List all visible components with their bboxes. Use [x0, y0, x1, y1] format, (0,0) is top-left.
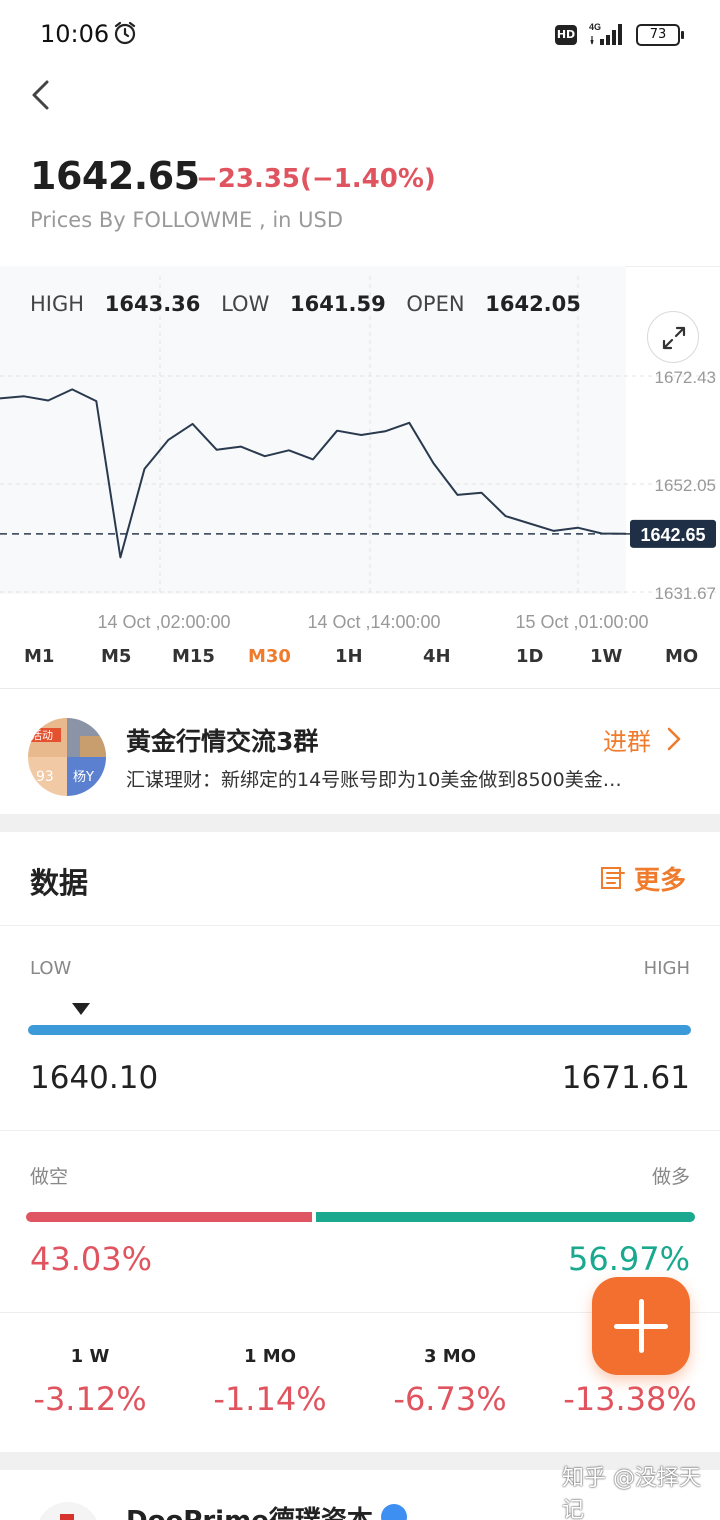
tab-period-1d[interactable]: 1D — [516, 646, 543, 667]
chart-y-tick-label: 1672.43 — [655, 368, 716, 387]
data-section-title: 数据 — [30, 866, 89, 900]
avatar-user: 杨Y — [73, 770, 94, 785]
more-button[interactable]: 更多 — [634, 860, 686, 897]
chart-y-tick-label: 1631.67 — [655, 584, 716, 603]
chart-x-tick-label: 14 Oct ,14:00:00 — [307, 612, 440, 632]
chart-x-tick-label: 15 Oct ,01:00:00 — [515, 612, 648, 632]
avatar-tag: 活动 — [31, 729, 53, 742]
price-source: Prices By FOLLOWME , in USD — [30, 208, 344, 232]
perf-label-1mo: 1 MO — [243, 1346, 296, 1367]
perf-label-1w: 1 W — [70, 1346, 110, 1367]
chart-x-tick-label: 14 Oct ,02:00:00 — [97, 612, 230, 632]
range-high-value: 1671.61 — [561, 1060, 690, 1096]
status-bar: 10:06 HD 4G 73 — [0, 0, 720, 68]
tab-period-1h[interactable]: 1H — [335, 646, 363, 667]
day-range-bar — [28, 1025, 691, 1035]
low-value: 1641.59 — [290, 292, 386, 316]
hd-icon: HD — [555, 25, 577, 45]
high-value: 1643.36 — [104, 292, 201, 316]
verified-icon — [381, 1504, 407, 1520]
battery-icon: 73 — [636, 24, 684, 46]
broker-name[interactable]: DooPrime德璞资本 — [126, 1500, 373, 1520]
add-button[interactable] — [592, 1277, 690, 1375]
long-percent: 56.97% — [567, 1240, 690, 1278]
price-chart[interactable]: 1672.43 1652.05 1631.67 14 Oct ,02:00:00 14 … — [0, 266, 720, 636]
price-change: −23.35(−1.40%) — [196, 164, 436, 194]
open-value: 1642.05 — [485, 292, 581, 316]
open-label: OPEN — [406, 292, 465, 316]
tab-period-mo[interactable]: MO — [665, 646, 698, 667]
avatar-num: 93 — [36, 769, 54, 785]
short-percent: 43.03% — [30, 1240, 153, 1278]
list-icon[interactable] — [598, 864, 626, 892]
long-ratio-bar — [316, 1212, 695, 1222]
perf-value-3mo: -6.73% — [393, 1380, 507, 1418]
perf-label-3mo: 3 MO — [423, 1346, 476, 1367]
short-label: 做空 — [30, 1166, 69, 1188]
battery-level: 73 — [636, 24, 680, 46]
alarm-icon — [114, 21, 136, 45]
tab-period-m15[interactable]: M15 — [172, 646, 215, 667]
watermark: 知乎 @没择天记 — [562, 1466, 701, 1520]
tab-period-m5[interactable]: M5 — [101, 646, 131, 667]
group-name[interactable]: 黄金行情交流3群 — [126, 722, 318, 758]
signal-icon: 4G — [589, 22, 622, 45]
network-type: 4G — [589, 22, 601, 32]
back-arrow-icon[interactable] — [26, 76, 56, 114]
tab-period-4h[interactable]: 4H — [423, 646, 451, 667]
range-marker-icon — [72, 1003, 91, 1015]
high-label: HIGH — [30, 292, 85, 316]
tab-period-m1[interactable]: M1 — [24, 646, 54, 667]
status-time: 10:06 — [40, 20, 110, 48]
perf-value-4: -13.38% — [563, 1380, 697, 1418]
high-low-open: HIGH 1643.36 LOW 1641.59 OPEN 1642.05 — [30, 292, 595, 316]
range-low-value: 1640.10 — [30, 1060, 159, 1096]
expand-chart-button[interactable] — [647, 311, 699, 363]
short-ratio-bar — [26, 1212, 312, 1222]
section-gap — [0, 814, 720, 832]
broker-logo[interactable] — [36, 1502, 100, 1520]
long-label: 做多 — [651, 1166, 690, 1188]
join-group-button[interactable]: 进群 — [603, 722, 651, 757]
chart-current-value-label: 1642.65 — [640, 525, 705, 545]
tab-period-1w[interactable]: 1W — [590, 646, 622, 667]
group-avatar[interactable]: 活动 93 杨Y — [28, 718, 106, 796]
range-high-label: HIGH — [643, 958, 690, 979]
divider — [0, 1130, 720, 1131]
divider — [0, 688, 720, 689]
group-latest-message: 汇谋理财：新绑定的14号账号即为10美金做到8500美金… — [126, 769, 622, 791]
chart-y-tick-label: 1652.05 — [655, 476, 716, 495]
perf-value-1w: -3.12% — [33, 1380, 147, 1418]
tab-period-m30[interactable]: M30 — [248, 646, 291, 667]
current-price: 1642.65 — [30, 154, 200, 198]
chevron-right-icon[interactable] — [666, 726, 682, 752]
divider — [0, 925, 720, 926]
range-low-label: LOW — [30, 958, 72, 979]
expand-icon — [662, 326, 686, 350]
perf-value-1mo: -1.14% — [213, 1380, 327, 1418]
low-label: LOW — [221, 292, 270, 316]
period-tabs: M1 M5 M15 M30 1H 4H 1D 1W MO — [0, 646, 720, 678]
